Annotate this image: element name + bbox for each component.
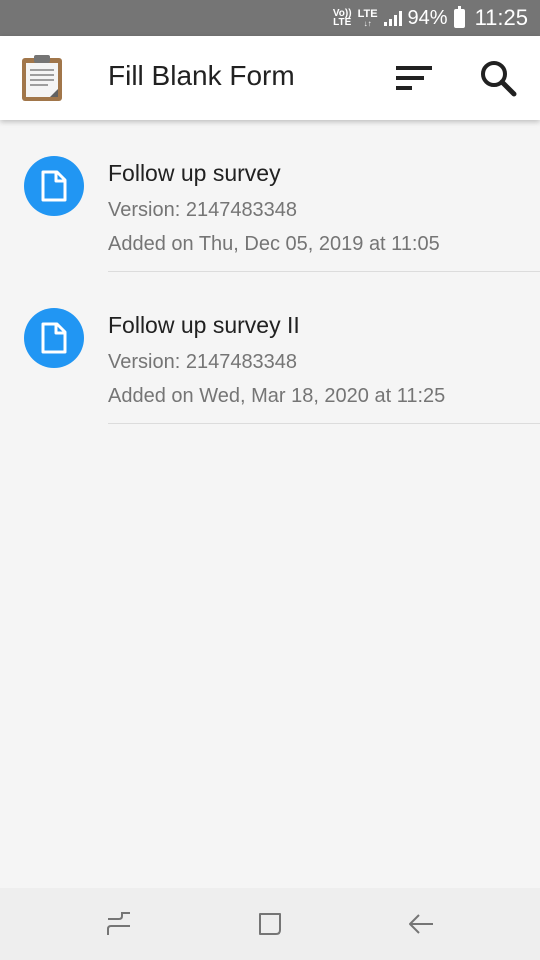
navigation-bar (0, 888, 540, 960)
document-icon (41, 322, 67, 354)
document-icon (41, 170, 67, 202)
list-item[interactable]: Follow up survey Version: 2147483348 Add… (0, 120, 540, 272)
battery-icon (453, 5, 465, 28)
page-title: Fill Blank Form (108, 60, 295, 91)
home-icon (259, 913, 281, 935)
recent-apps-icon (107, 912, 130, 935)
form-added-date: Added on Thu, Dec 05, 2019 at 11:05 (108, 233, 440, 255)
form-version: Version: 2147483348 (108, 351, 298, 373)
search-button[interactable] (472, 54, 524, 102)
app-bar: Fill Blank Form (0, 36, 540, 120)
form-title: Follow up survey (108, 160, 281, 186)
form-title: Follow up survey II (108, 312, 300, 338)
form-version: Version: 2147483348 (108, 199, 298, 221)
lte-indicator: LTE ↓↑ (357, 7, 378, 28)
clock: 11:25 (474, 5, 528, 30)
sort-button[interactable] (388, 56, 440, 100)
form-icon (24, 156, 84, 216)
search-icon (481, 61, 517, 97)
status-bar: Vo)) LTE LTE ↓↑ 94% 11:25 (0, 0, 540, 36)
back-button[interactable] (391, 906, 451, 942)
home-button[interactable] (240, 906, 300, 942)
form-list: Follow up survey Version: 2147483348 Add… (0, 120, 540, 424)
battery-percent: 94% (407, 6, 448, 29)
sort-icon (396, 66, 432, 90)
volte-indicator: Vo)) LTE (332, 8, 352, 28)
list-item[interactable]: Follow up survey II Version: 2147483348 … (0, 272, 540, 424)
data-arrows-icon: ↓↑ (363, 18, 372, 28)
clipboard-icon (22, 55, 62, 101)
divider (108, 423, 540, 424)
form-icon (24, 308, 84, 368)
back-icon (409, 914, 433, 934)
form-added-date: Added on Wed, Mar 18, 2020 at 11:25 (108, 385, 446, 407)
recent-apps-button[interactable] (89, 906, 149, 942)
signal-icon (383, 10, 402, 26)
